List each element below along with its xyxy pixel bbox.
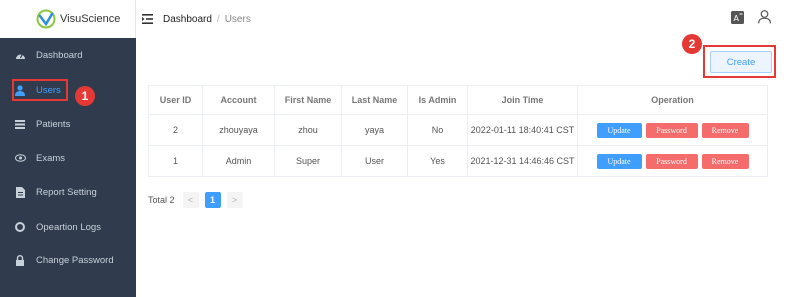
user-profile-icon[interactable]: [758, 10, 771, 24]
header-actions: A: [731, 10, 771, 24]
column-header-account[interactable]: Account: [202, 85, 275, 115]
table-header-row: User ID Account First Name Last Name Is …: [148, 85, 768, 115]
lock-icon: [14, 254, 26, 266]
sidebar-item-exams[interactable]: Exams: [0, 146, 136, 170]
cell-account: Admin: [202, 145, 275, 177]
pagination-prev-button[interactable]: <: [182, 192, 199, 208]
update-button[interactable]: Update: [596, 122, 642, 138]
users-table: User ID Account First Name Last Name Is …: [148, 85, 768, 177]
cell-operation: Update Password Remove: [577, 145, 768, 177]
sidebar-item-label: Exams: [36, 152, 66, 164]
pagination-page-button[interactable]: 1: [204, 192, 221, 208]
breadcrumb: Dashboard / Users: [142, 14, 251, 25]
sidebar-item-dashboard[interactable]: Dashboard: [0, 43, 136, 67]
visuscience-logo-icon: [36, 9, 56, 29]
annotation-marker-1: 1: [75, 86, 95, 106]
column-header-user-id[interactable]: User ID: [148, 85, 203, 115]
breadcrumb-users: Users: [224, 13, 251, 25]
menu-toggle-icon[interactable]: [142, 14, 153, 24]
logo-text: VisuScience: [60, 13, 121, 25]
cell-user-id: 2: [148, 114, 203, 146]
cell-user-id: 1: [148, 145, 203, 177]
annotation-box-users: [12, 79, 68, 101]
remove-button[interactable]: Remove: [701, 153, 749, 169]
document-icon: [14, 186, 26, 198]
create-button[interactable]: Create: [710, 51, 772, 73]
logo[interactable]: VisuScience: [0, 0, 136, 38]
update-button[interactable]: Update: [596, 153, 642, 169]
sidebar-item-change-password[interactable]: Change Password: [0, 248, 136, 272]
top-header: Dashboard / Users A: [136, 0, 791, 38]
svg-text:A: A: [734, 14, 740, 23]
sidebar-item-label: Report Setting: [36, 186, 97, 198]
app-root: VisuScience Dashboard Users Patients Exa…: [0, 0, 791, 297]
sidebar-item-report-setting[interactable]: Report Setting: [0, 180, 136, 204]
log-icon: [14, 221, 26, 233]
column-header-operation: Operation: [577, 85, 768, 115]
cell-is-admin: Yes: [407, 145, 468, 177]
password-button[interactable]: Password: [645, 153, 698, 169]
column-header-is-admin[interactable]: Is Admin: [407, 85, 468, 115]
cell-join-time: 2021-12-31 14:46:46 CST: [467, 145, 578, 177]
sidebar-item-label: Change Password: [36, 254, 114, 266]
sidebar-item-label: Opeartion Logs: [36, 221, 101, 233]
cell-first-name: Super: [274, 145, 342, 177]
dashboard-icon: [14, 49, 26, 61]
sidebar: VisuScience Dashboard Users Patients Exa…: [0, 0, 136, 297]
cell-is-admin: No: [407, 114, 468, 146]
cell-operation: Update Password Remove: [577, 114, 768, 146]
translate-icon[interactable]: A: [731, 10, 744, 24]
pagination: Total 2 < 1 >: [148, 192, 243, 208]
cell-last-name: User: [341, 145, 408, 177]
breadcrumb-dashboard[interactable]: Dashboard: [163, 14, 212, 25]
sidebar-item-patients[interactable]: Patients: [0, 112, 136, 136]
sidebar-item-operation-logs[interactable]: Opeartion Logs: [0, 215, 136, 239]
cell-account: zhouyaya: [202, 114, 275, 146]
remove-button[interactable]: Remove: [701, 122, 749, 138]
password-button[interactable]: Password: [645, 122, 698, 138]
pagination-next-button[interactable]: >: [226, 192, 243, 208]
list-icon: [14, 118, 26, 130]
table-row: 2 zhouyaya zhou yaya No 2022-01-11 18:40…: [148, 114, 768, 146]
column-header-first-name[interactable]: First Name: [274, 85, 342, 115]
sidebar-item-label: Patients: [36, 118, 71, 130]
cell-first-name: zhou: [274, 114, 342, 146]
table-row: 1 Admin Super User Yes 2021-12-31 14:46:…: [148, 145, 768, 177]
eye-icon: [14, 152, 26, 164]
cell-join-time: 2022-01-11 18:40:41 CST: [467, 114, 578, 146]
column-header-last-name[interactable]: Last Name: [341, 85, 408, 115]
pagination-total: Total 2: [148, 195, 175, 205]
sidebar-item-label: Dashboard: [36, 49, 83, 61]
annotation-marker-2: 2: [682, 34, 702, 54]
cell-last-name: yaya: [341, 114, 408, 146]
column-header-join-time[interactable]: Join Time: [467, 85, 578, 115]
breadcrumb-separator: /: [216, 13, 220, 25]
